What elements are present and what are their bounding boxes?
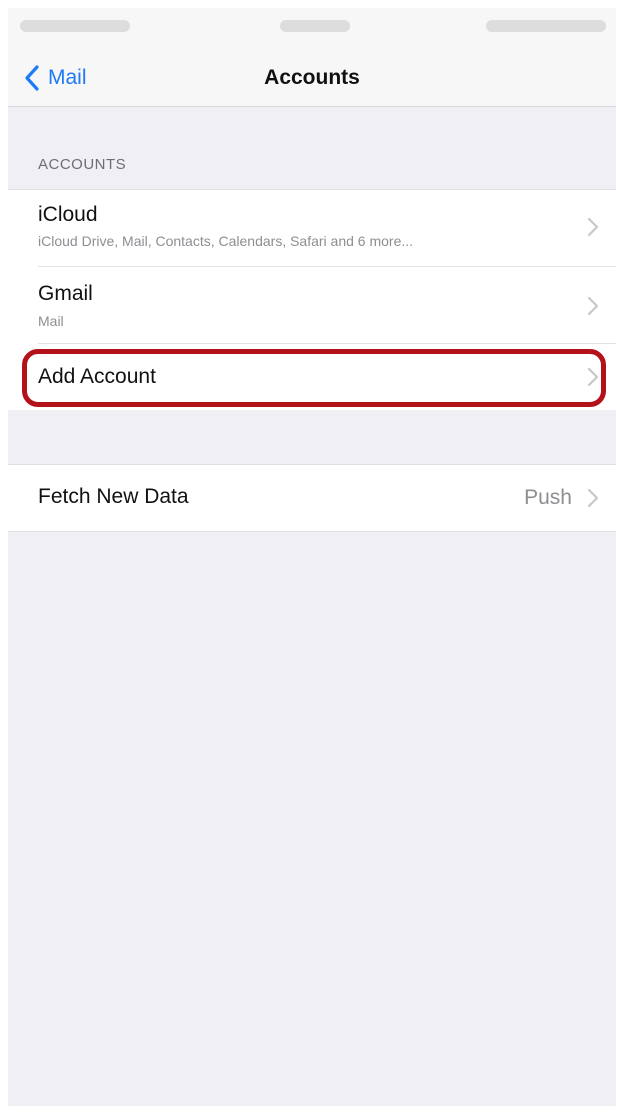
accounts-screen: Mail Accounts ACCOUNTS iCloud iCloud Dri… bbox=[8, 8, 616, 1106]
account-subtitle: Mail bbox=[38, 313, 64, 329]
add-account-label: Add Account bbox=[38, 365, 156, 388]
status-bar bbox=[8, 8, 616, 48]
chevron-right-icon bbox=[586, 487, 600, 509]
chevron-right-icon bbox=[586, 216, 600, 238]
fetch-new-data-value: Push bbox=[524, 486, 572, 509]
fetch-new-data-label: Fetch New Data bbox=[38, 485, 189, 508]
page-title: Accounts bbox=[264, 66, 360, 89]
status-bar-carrier bbox=[20, 20, 130, 32]
account-subtitle: iCloud Drive, Mail, Contacts, Calendars,… bbox=[38, 233, 414, 249]
account-row-gmail[interactable]: Gmail Mail bbox=[8, 267, 616, 343]
fetch-group: Fetch New Data Push bbox=[8, 464, 616, 532]
account-title: Gmail bbox=[38, 282, 93, 305]
account-row-icloud[interactable]: iCloud iCloud Drive, Mail, Contacts, Cal… bbox=[8, 190, 616, 266]
chevron-right-icon bbox=[586, 366, 600, 388]
status-bar-battery bbox=[486, 20, 606, 32]
accounts-section-header: ACCOUNTS bbox=[38, 156, 127, 173]
add-account-row[interactable]: Add Account bbox=[8, 344, 616, 410]
chevron-right-icon bbox=[586, 295, 600, 317]
fetch-new-data-row[interactable]: Fetch New Data Push bbox=[8, 465, 616, 531]
navigation-bar: Mail Accounts bbox=[8, 48, 616, 107]
accounts-group: iCloud iCloud Drive, Mail, Contacts, Cal… bbox=[8, 189, 616, 410]
account-title: iCloud bbox=[38, 203, 98, 226]
status-bar-time bbox=[280, 20, 350, 32]
